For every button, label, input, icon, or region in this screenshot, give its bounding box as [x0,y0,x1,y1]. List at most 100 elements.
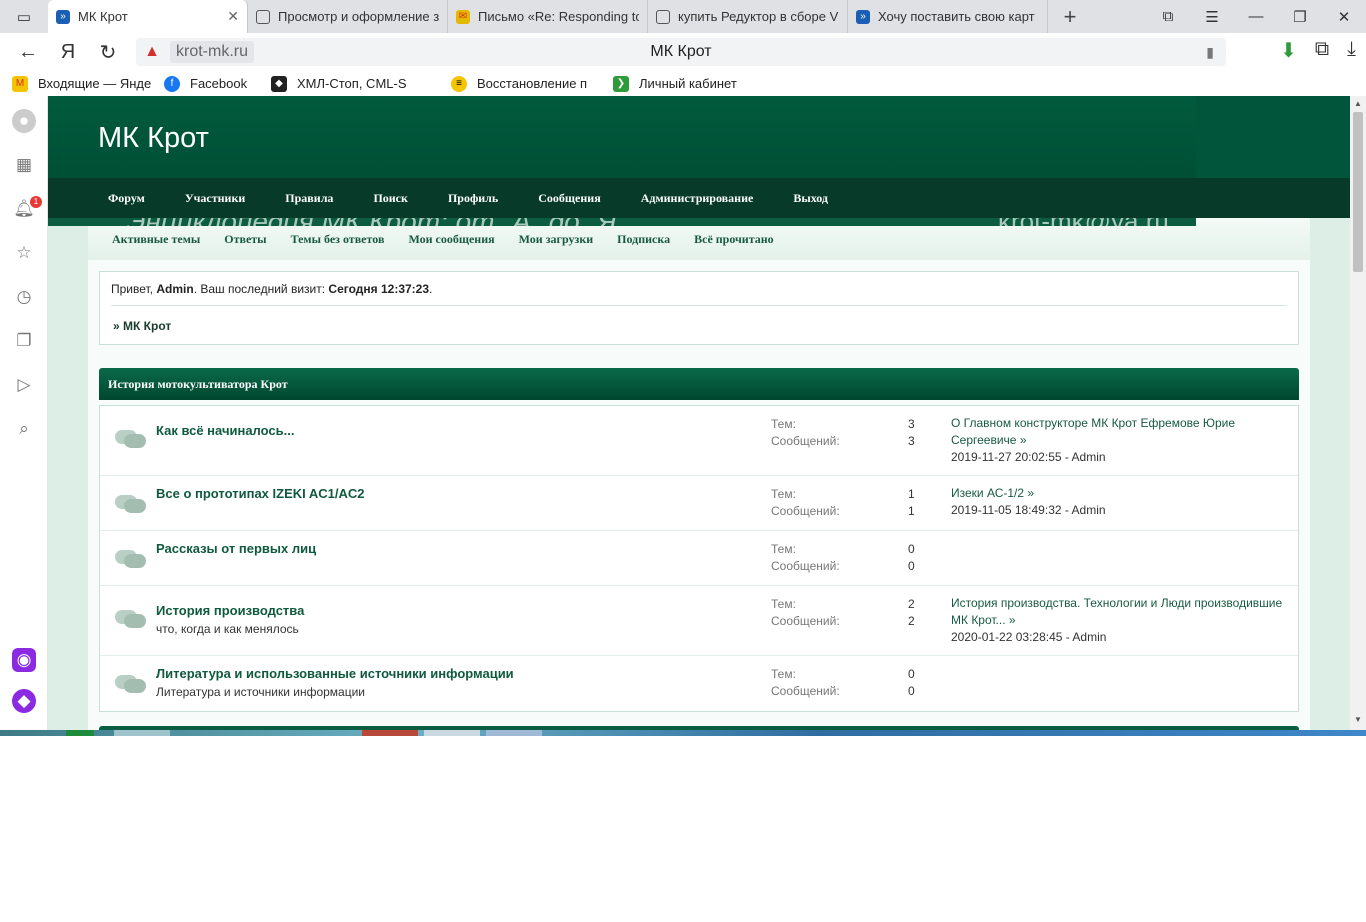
board-name[interactable]: Литература и использованные источники ин… [156,666,514,681]
nav-forum[interactable]: Форум [108,191,145,206]
bookmark-item[interactable]: ◆ ХМЛ-Стоп, CML-S [271,75,431,92]
forum-bubbles-icon [115,606,146,628]
welcome-box: Привет, Admin. Ваш последний визит: Сего… [99,271,1299,345]
mail-icon: ✉ [456,9,470,24]
subnav-unanswered[interactable]: Темы без ответов [291,232,385,247]
search-page-icon[interactable]: ⌕ [12,417,36,441]
subnav-replies[interactable]: Ответы [224,232,266,247]
url-field[interactable]: ▲ krot-mk.ru МК Крот ▮ [136,38,1226,66]
alice-station-icon[interactable]: ◉ [12,648,36,672]
board-name[interactable]: Как всё начиналось... [156,423,294,438]
apps-grid-icon[interactable]: ▦ [12,153,36,177]
reload-icon[interactable]: ↻ [88,40,128,65]
taskbar-item[interactable] [486,730,542,736]
avatar-icon[interactable]: ● [12,109,36,133]
site-title[interactable]: МК Крот [98,122,209,155]
cabinet-icon: ❯ [613,75,629,92]
address-bar: ← Я ↻ ▲ krot-mk.ru МК Крот ▮ ⬇ ⧉ ⤓ [0,33,1366,71]
bookmark-icon[interactable]: ▮ [1206,44,1214,61]
bookmark-item[interactable]: f Facebook [164,75,259,92]
username[interactable]: Admin [156,282,193,296]
last-post: Изеки АС-1/2 » 2019-11-05 18:49:32 - Adm… [951,485,1291,519]
posts-label: Сообщений: [771,684,840,698]
site-banner: МК Крот [48,96,1350,178]
subnav-active-topics[interactable]: Активные темы [112,232,200,247]
last-post-link[interactable]: О Главном конструкторе МК Крот Ефремове … [951,415,1291,449]
welcome-line: Привет, Admin. Ваш последний визит: Сего… [111,282,433,296]
browser-sidebar: ● ▦ 🔔︎ 1 ☆ ◷ ❐ ▷ ⌕ ◉ ◆ [0,96,48,730]
back-icon[interactable]: ← [8,41,48,64]
board-row: История производства что, когда и как ме… [100,586,1298,656]
minimize-icon[interactable]: — [1234,8,1278,26]
topics-label: Тем: [771,487,796,501]
menu-icon[interactable]: ☰ [1190,8,1234,26]
tab-3[interactable]: ✉ Письмо «Re: Responding to [448,0,648,33]
board-name[interactable]: Все о прототипах IZEKI AC1/AC2 [156,486,365,501]
topics-count: 2 [908,597,915,611]
bookmark-item[interactable]: ❯ Личный кабинет [613,75,763,92]
collections-icon[interactable]: ❐ [12,329,36,353]
page-scrollbar[interactable]: ▲ ▼ [1350,96,1366,730]
video-play-icon[interactable]: ▷ [12,373,36,397]
tab-4[interactable]: купить Редуктор в сборе V [648,0,848,33]
nav-search[interactable]: Поиск [373,191,408,206]
posts-count: 0 [908,684,915,698]
history-clock-icon[interactable]: ◷ [12,285,36,309]
bookmark-item[interactable]: M Входящие — Янде [12,75,152,92]
forum-content: Активные темы Ответы Темы без ответов Мо… [88,218,1310,730]
scrollbar-thumb[interactable] [1353,112,1363,272]
nav-members[interactable]: Участники [185,191,245,206]
close-tab-icon[interactable]: ✕ [227,8,239,25]
restore-icon[interactable]: ❐ [1278,8,1322,26]
taskbar-item[interactable] [66,730,94,736]
document-icon [656,9,670,24]
scroll-up-icon[interactable]: ▲ [1350,99,1366,108]
favorites-star-icon[interactable]: ☆ [12,241,36,265]
browser-window: ▭ » МК Крот ✕ Просмотр и оформление з ✉ … [0,0,1366,922]
board-description: Литература и источники информации [156,685,366,699]
subnav-my-posts[interactable]: Мои сообщения [408,232,494,247]
site-favicon-icon: » [56,9,70,24]
nav-admin[interactable]: Администрирование [641,191,754,206]
taskbar-item[interactable] [424,730,480,736]
nav-logout[interactable]: Выход [793,191,828,206]
yandex-logo-icon[interactable]: Я [48,41,88,64]
translate-icon[interactable]: ⧉ [1315,38,1329,63]
topics-count: 0 [908,542,915,556]
close-window-icon[interactable]: ✕ [1322,8,1366,26]
url-domain: krot-mk.ru [170,41,254,63]
topics-label: Тем: [771,597,796,611]
posts-count: 3 [908,434,915,448]
last-post-meta: 2019-11-27 20:02:55 - Admin [951,450,1106,464]
tab-1[interactable]: » МК Крот ✕ [48,0,248,33]
subnav-mark-all-read[interactable]: Всё прочитано [694,232,774,247]
nav-rules[interactable]: Правила [285,191,333,206]
scroll-down-icon[interactable]: ▼ [1350,715,1366,724]
breadcrumb[interactable]: » МК Крот [113,319,171,333]
bookmark-item[interactable]: ≡ Восстановление п [451,75,601,92]
alice-assistant-icon[interactable]: ◆ [12,689,36,713]
new-tab-button[interactable]: + [1048,4,1092,30]
board-name[interactable]: Рассказы от первых лиц [156,541,316,556]
last-post-link[interactable]: Изеки АС-1/2 » [951,485,1291,502]
nav-messages[interactable]: Сообщения [538,191,600,206]
tab-5[interactable]: » Хочу поставить свою карт [848,0,1048,33]
taskbar-item[interactable] [114,730,170,736]
nav-profile[interactable]: Профиль [448,191,498,206]
subnav-subscriptions[interactable]: Подписка [617,232,670,247]
board-name[interactable]: История производства [156,603,304,618]
download-extension-icon[interactable]: ⬇ [1280,38,1297,63]
downloads-icon[interactable]: ⤓ [1347,38,1356,63]
posts-count: 1 [908,504,915,518]
taskbar-item[interactable] [362,730,418,736]
tabs-menu-icon[interactable]: ⧉ [1146,8,1190,26]
security-warning-icon[interactable]: ▲ [142,43,162,61]
tab-2[interactable]: Просмотр и оформление з [248,0,448,33]
topics-label: Тем: [771,417,796,431]
last-post-link[interactable]: История производства. Технологии и Люди … [951,595,1291,629]
subnav-my-uploads[interactable]: Мои загрузки [519,232,594,247]
posts-label: Сообщений: [771,434,840,448]
sidebar-toggle-icon[interactable]: ▭ [0,0,48,33]
category-title[interactable]: История мотокультиватора Крот [108,377,288,392]
site-email: krot-mk@ya.ru [998,218,1169,226]
